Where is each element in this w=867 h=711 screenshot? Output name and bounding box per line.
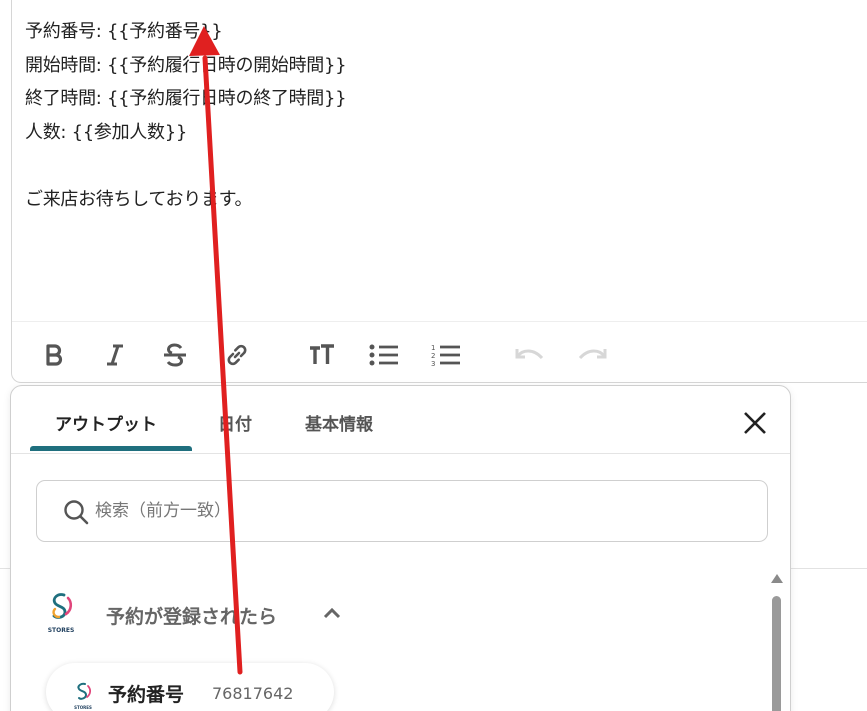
- background-divider: [0, 568, 10, 569]
- svg-text:3: 3: [431, 360, 435, 367]
- text-size-icon[interactable]: [307, 340, 337, 370]
- output-item-value: 76817642: [212, 684, 294, 703]
- editor-line: ご来店お待ちしております。: [25, 188, 253, 210]
- search-icon: [63, 499, 89, 529]
- active-tab-indicator: [30, 446, 192, 451]
- link-icon[interactable]: [222, 340, 252, 370]
- stores-logo: STORES: [46, 591, 76, 635]
- message-editor[interactable]: 予約番号: {{予約番号}} 開始時間: {{予約履行日時の開始時間}} 終了時…: [11, 0, 867, 383]
- bullet-list-icon[interactable]: [369, 340, 399, 370]
- output-item[interactable]: STORES 予約番号 76817642: [46, 663, 334, 711]
- tab-date[interactable]: 日付: [218, 410, 252, 435]
- panel-tabs: アウトプット 日付 基本情報: [11, 386, 790, 454]
- editor-line: 終了時間: {{予約履行日時の終了時間}}: [25, 88, 347, 110]
- search-input[interactable]: [95, 495, 735, 527]
- trigger-section-header[interactable]: STORES 予約が登録されたら: [46, 591, 746, 641]
- undo-icon[interactable]: [515, 340, 545, 370]
- tab-output[interactable]: アウトプット: [55, 410, 157, 435]
- strikethrough-icon[interactable]: [160, 340, 190, 370]
- scroll-up-icon[interactable]: [771, 574, 783, 583]
- stores-logo-text: STORES: [48, 627, 75, 634]
- output-item-label: 予約番号: [108, 684, 185, 706]
- output-picker-panel: アウトプット 日付 基本情報 STORES 予約が登録されたら: [10, 385, 791, 711]
- svg-text:2: 2: [431, 352, 435, 360]
- editor-line: 人数: {{参加人数}}: [25, 121, 187, 143]
- panel-scrollbar[interactable]: [769, 574, 783, 711]
- svg-text:1: 1: [431, 344, 435, 352]
- tab-basic-info[interactable]: 基本情報: [305, 410, 373, 435]
- chevron-up-icon[interactable]: [322, 605, 342, 624]
- search-box: [36, 480, 768, 542]
- editor-line: 開始時間: {{予約履行日時の開始時間}}: [25, 54, 347, 76]
- section-title: 予約が登録されたら: [106, 606, 278, 628]
- stores-logo-text: STORES: [74, 705, 92, 710]
- stores-logo: STORES: [73, 681, 93, 711]
- editor-toolbar: 123: [12, 321, 867, 383]
- numbered-list-icon[interactable]: 123: [431, 340, 461, 370]
- redo-icon[interactable]: [577, 340, 607, 370]
- bold-icon[interactable]: [39, 340, 69, 370]
- close-icon[interactable]: [742, 410, 768, 436]
- editor-content[interactable]: 予約番号: {{予約番号}} 開始時間: {{予約履行日時の開始時間}} 終了時…: [25, 15, 860, 217]
- italic-icon[interactable]: [100, 340, 130, 370]
- scroll-thumb[interactable]: [772, 596, 781, 711]
- background-divider: [790, 568, 867, 569]
- editor-line: 予約番号: {{予約番号}}: [25, 21, 223, 42]
